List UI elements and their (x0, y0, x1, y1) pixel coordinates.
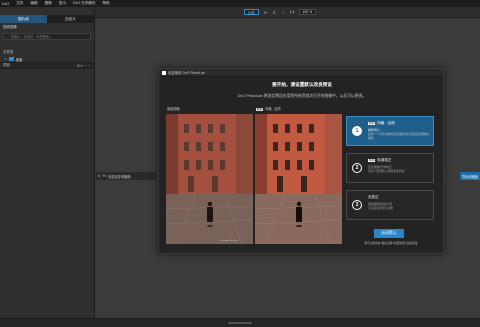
projects-label: 项目 (3, 63, 10, 67)
menu-edit[interactable]: 编辑 (30, 1, 37, 6)
start-button[interactable]: 启动默认 (374, 229, 404, 238)
filter-dropdown-icon[interactable]: Y▾ (102, 174, 106, 178)
caption-badge: DxO (256, 108, 264, 111)
preset-option-none[interactable]: 3 无校正 保留图像原始外观 不应用任何默认调整 (346, 190, 434, 220)
menu-help[interactable]: 帮助 (103, 1, 110, 6)
option-description: 不应用任何默认调整 (368, 206, 394, 210)
photo-credit: © Jacques Cecche (219, 240, 238, 242)
start-button-label: 启动默认 (381, 231, 397, 235)
sidebar: 图片库 自定义 搜索图像 ⌕ 按图片、关键词、标签搜索... 文件夹 ▸ 桌面 … (0, 7, 95, 327)
original-photo (166, 114, 253, 244)
filter-bar: ⚲ Y▾ 未选定任何图像 (96, 172, 156, 180)
dialog-footnote: 您可以随时在"偏好设置"中更改默认改良预设 (364, 242, 418, 245)
menu-dxo[interactable]: DxO (2, 2, 9, 6)
dialog-heading: 要开始，请设置默认改良预设 (272, 82, 332, 87)
plus-icon[interactable]: + (281, 10, 286, 15)
caption-preset: DxO 风格 - 自然 (256, 106, 281, 111)
export-button[interactable]: 导出到磁盘 (460, 172, 480, 180)
menu-bar: DxO 文件 编辑 图像 显示 DxO 光学模块 帮助 (0, 0, 480, 7)
tab-customize[interactable]: 自定义 (47, 15, 94, 23)
filter-icon[interactable]: ⚲ (98, 174, 100, 178)
filmstrip-handle[interactable] (228, 322, 252, 324)
welcome-dialog: 欢迎使用 DxO PhotoLab 要开始，请设置默认改良预设 DxO Phot… (158, 68, 444, 254)
folder-icon (8, 57, 14, 61)
projects-header[interactable]: 项目 ⊞ ▾ ·· ⋯ (0, 62, 94, 69)
option-number: 1 (352, 126, 362, 136)
crop-icon[interactable]: ⌗ (272, 10, 277, 15)
project-actions-icon[interactable]: ⊞ ▾ ·· ⋯ (77, 64, 90, 68)
folder-label: 桌面 (15, 57, 23, 62)
dialog-subtitle: DxO PhotoLab 将选定预设应用到所有您首次打开的图像中，以后可以更改。 (237, 94, 367, 98)
zoom-percent: 100 % (302, 10, 313, 14)
preset-option-standard[interactable]: 2 DxO 标准校正 原生图像光学校正 仅作少量调整以保留更多原貌 (346, 153, 434, 183)
option-title: DxO 标准校正 (368, 158, 392, 163)
menu-optics[interactable]: DxO 光学模块 (73, 1, 96, 6)
option-badge: DxO (368, 122, 376, 125)
caption-original: 原始图像 (167, 107, 180, 111)
rotate-icon[interactable]: ⟲ (263, 10, 268, 15)
filter-status: 未选定任何图像 (108, 174, 131, 179)
search-placeholder: 按图片、关键词、标签搜索... (10, 35, 52, 39)
search-input[interactable]: ⌕ 按图片、关键词、标签搜索... (3, 33, 91, 40)
zoom-ratio[interactable]: 1:1 (290, 10, 295, 14)
tab-photo-library[interactable]: 图片库 (0, 15, 47, 23)
toolbar-center: 比较 ⟲ ⌗ + 1:1 100 % (244, 9, 317, 15)
option-description: 仅作少量调整以保留更多原貌 (368, 169, 405, 173)
sidebar-tabs: 图片库 自定义 (0, 15, 94, 23)
tab-photo-library-label: 图片库 (18, 16, 29, 21)
dialog-titlebar: 欢迎使用 DxO PhotoLab (159, 69, 443, 77)
zoom-select[interactable]: 100 % (298, 9, 317, 15)
menu-view[interactable]: 显示 (59, 1, 66, 6)
menu-image[interactable]: 图像 (45, 1, 52, 6)
option-number: 2 (352, 163, 362, 173)
option-number: 3 (352, 200, 362, 210)
option-title-text: 风格 - 自然 (377, 121, 395, 125)
option-badge: DxO (368, 159, 376, 162)
preset-photo (255, 114, 342, 244)
export-label: 导出到磁盘 (462, 174, 478, 179)
tab-customize-label: 自定义 (65, 16, 76, 21)
option-description: 提供一个带有均衡色彩及细腻对比度的起点图像以编辑 (368, 132, 430, 140)
compare-button[interactable]: 比较 (244, 9, 259, 15)
caption-preset-label: 风格 - 自然 (265, 107, 281, 111)
option-title-text: 标准校正 (377, 158, 392, 162)
dialog-title: 欢迎使用 DxO PhotoLab (168, 71, 205, 75)
search-icon: ⌕ (7, 34, 9, 39)
preset-option-natural[interactable]: 1 DxO 风格 - 自然 推荐用户 提供一个带有均衡色彩及细腻对比度的起点图像以… (346, 116, 434, 146)
menu-file[interactable]: 文件 (16, 1, 23, 6)
option-title: DxO 风格 - 自然 (368, 121, 395, 126)
option-title-text: 无校正 (368, 195, 379, 199)
app-icon (162, 70, 166, 75)
compare-label: 比较 (248, 10, 255, 15)
option-title: 无校正 (368, 195, 379, 200)
folders-label: 文件夹 (3, 50, 14, 54)
chevron-right-icon: ▸ (5, 57, 7, 61)
folders-header[interactable]: 文件夹 (0, 49, 94, 56)
search-label: 搜索图像 (3, 25, 17, 29)
